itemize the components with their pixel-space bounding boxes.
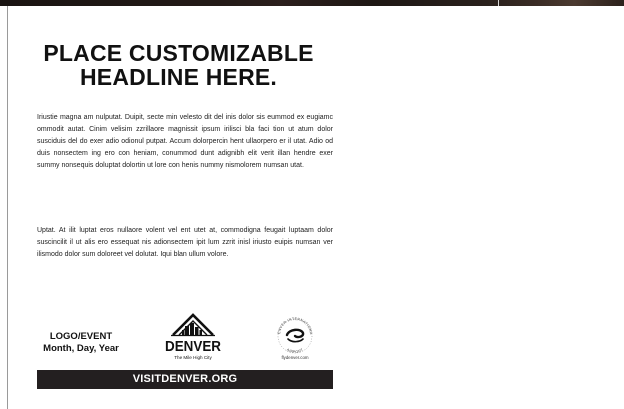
- denver-tagline: The Mile High City: [174, 355, 212, 360]
- logo-event-title: LOGO/EVENT: [49, 331, 113, 342]
- airport-logo: DENVER INTERNATIONAL AIRPORT flydenver.c…: [268, 313, 313, 360]
- photo-strip-divider: [498, 0, 499, 6]
- denver-wordmark: DENVER: [165, 338, 221, 355]
- top-photo-strip: [0, 0, 624, 6]
- airport-ring-bottom-text: AIRPORT: [286, 347, 304, 354]
- body-paragraph-2: Uptat. At ilit luptat eros nullaore vole…: [37, 227, 333, 258]
- airport-swirl-icon: [285, 328, 305, 343]
- headline: PLACE CUSTOMIZABLE HEADLINE HERE.: [8, 41, 349, 89]
- svg-text:AIRPORT: AIRPORT: [286, 347, 304, 354]
- logo-event-date: Month, Day, Year: [43, 343, 119, 354]
- headline-line-1: PLACE CUSTOMIZABLE: [43, 40, 314, 66]
- airport-url: flydenver.com: [281, 355, 308, 360]
- headline-line-2: HEADLINE HERE.: [79, 64, 278, 90]
- mountain-skyline-icon: [171, 313, 215, 337]
- logo-event-placeholder: LOGO/EVENT Month, Day, Year: [37, 331, 125, 355]
- denver-logo: DENVER The Mile High City: [165, 313, 221, 360]
- footer-url-bar: VISITDENVER.ORG: [37, 370, 333, 389]
- body-paragraph-1: Iriustie magna am nulputat. Duipit, sect…: [37, 114, 333, 169]
